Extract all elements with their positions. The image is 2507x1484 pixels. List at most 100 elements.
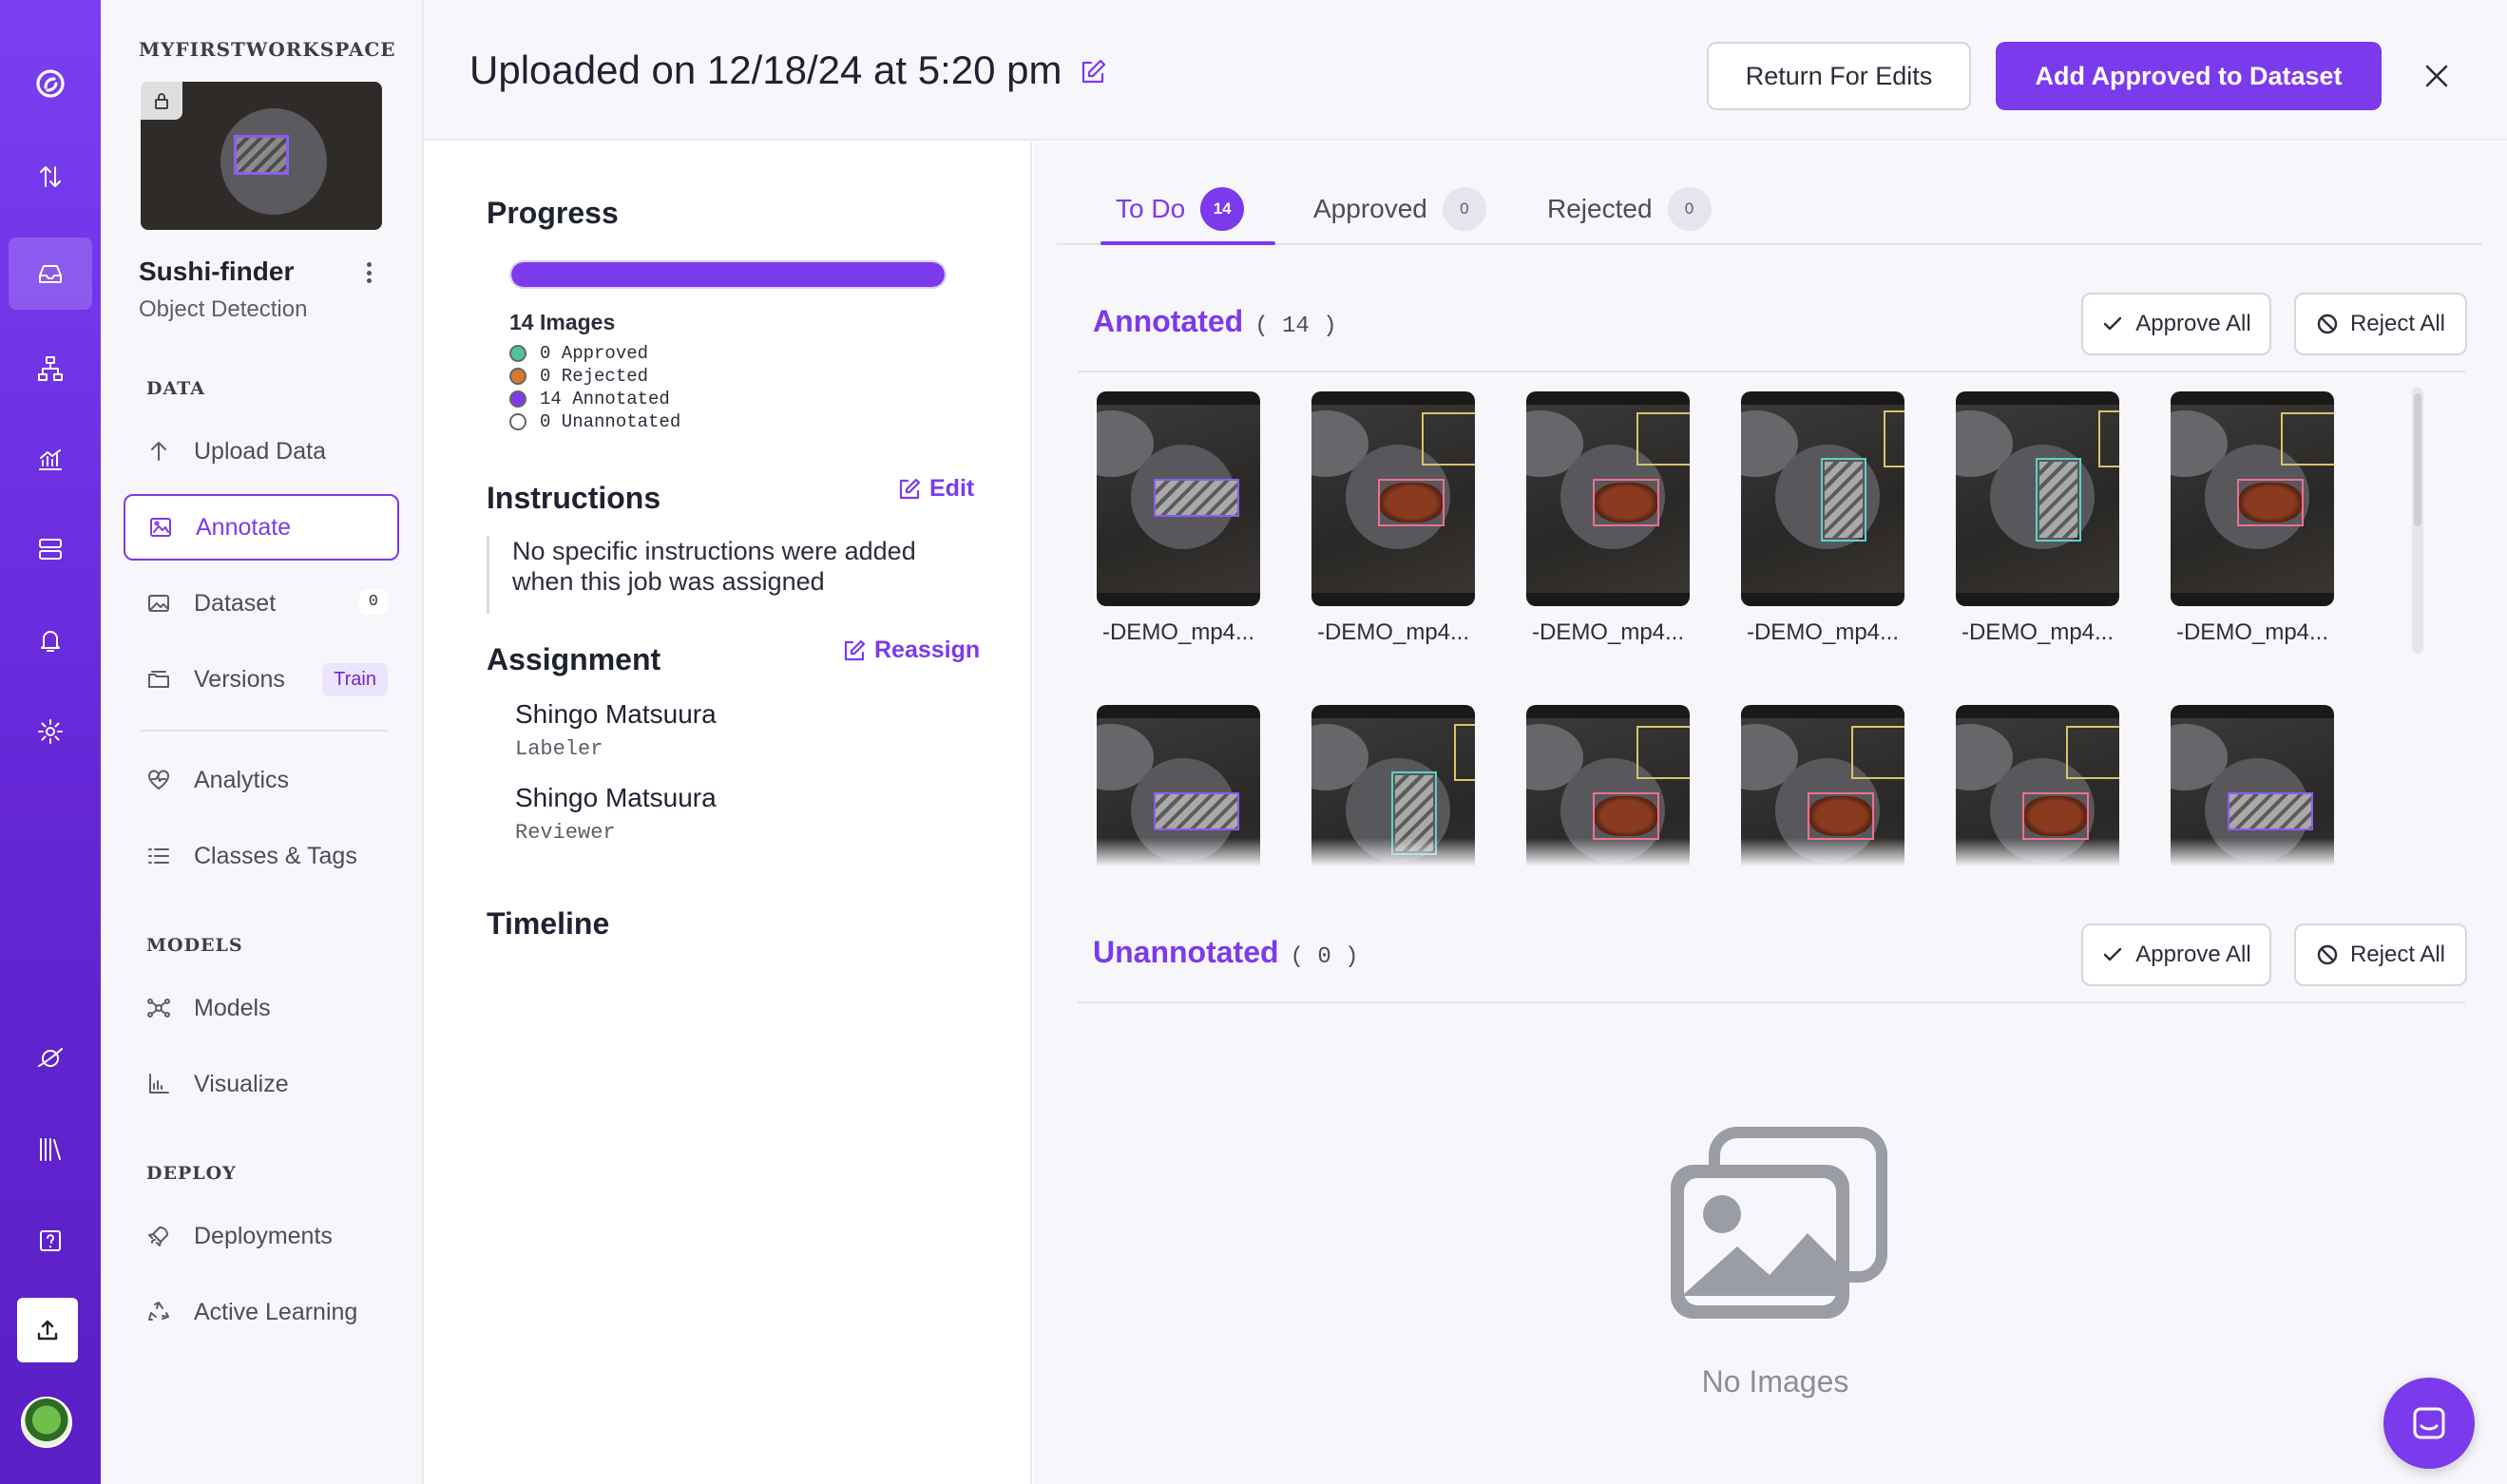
workspace-name[interactable]: MYFIRSTWORKSPACE xyxy=(139,38,396,61)
sidebar-item-label: Annotate xyxy=(196,513,292,541)
image-thumbnail[interactable] xyxy=(2171,391,2334,606)
sidebar-item-deployments[interactable]: Deployments xyxy=(124,1203,399,1269)
sidebar-item-label: Upload Data xyxy=(194,437,326,465)
bounding-box xyxy=(1454,724,1475,781)
return-for-edits-button[interactable]: Return For Edits xyxy=(1707,42,1971,110)
image-thumbnail[interactable] xyxy=(1956,391,2119,606)
image-thumbnail[interactable] xyxy=(1097,391,1260,606)
tab-label: Rejected xyxy=(1547,194,1653,223)
bounding-box xyxy=(1636,726,1690,779)
universe-icon[interactable] xyxy=(9,1022,92,1094)
dataset-count-badge: 0 xyxy=(358,589,388,615)
sidebar-divider xyxy=(141,730,388,732)
tab-approved[interactable]: Approved 0 xyxy=(1313,181,1486,238)
reassign-link[interactable]: Reassign xyxy=(842,637,980,664)
legend-label: 14 Annotated xyxy=(540,389,670,409)
ban-icon xyxy=(2317,314,2338,334)
annotated-section-title: Annotated ( 14 ) xyxy=(1093,304,1337,339)
edit-instructions-link[interactable]: Edit xyxy=(897,475,974,503)
sidebar-item-label: Versions xyxy=(194,665,285,693)
bounding-box xyxy=(2281,412,2334,466)
upload-icon[interactable] xyxy=(17,1298,78,1362)
train-badge[interactable]: Train xyxy=(322,663,388,696)
image-filename: -DEMO_mp4... xyxy=(1746,619,1900,645)
tab-to-do[interactable]: To Do 14 xyxy=(1116,181,1245,238)
image-thumbnail[interactable] xyxy=(1526,391,1690,606)
bounding-box xyxy=(1636,412,1690,466)
legend-unannotated: 0 Unannotated xyxy=(509,410,680,433)
icon-rail xyxy=(0,0,101,1484)
library-icon[interactable] xyxy=(9,1113,92,1186)
section-deploy-label: DEPLOY xyxy=(146,1163,237,1184)
add-approved-to-dataset-button[interactable]: Add Approved to Dataset xyxy=(1996,42,2382,110)
sidebar-item-label: Visualize xyxy=(194,1070,289,1097)
project-name: Sushi-finder xyxy=(139,257,295,286)
images-count: 14 Images xyxy=(509,310,616,334)
sidebar-item-classes-tags[interactable]: Classes & Tags xyxy=(124,823,399,889)
sidebar-item-models[interactable]: Models xyxy=(124,975,399,1041)
bell-icon[interactable] xyxy=(9,604,92,676)
bounding-box xyxy=(1821,458,1866,542)
legend-dot xyxy=(509,413,526,430)
sidebar-item-active-learning[interactable]: Active Learning xyxy=(124,1279,399,1345)
edit-icon xyxy=(899,478,921,499)
settings-icon[interactable] xyxy=(9,695,92,768)
reassign-label: Reassign xyxy=(874,637,981,663)
reject-all-unannotated-button[interactable]: Reject All xyxy=(2294,923,2467,986)
legend-label: 0 Approved xyxy=(540,343,649,364)
legend-dot xyxy=(509,345,526,362)
legend-approved: 0 Approved xyxy=(509,342,648,365)
approve-all-unannotated-button[interactable]: Approve All xyxy=(2081,923,2271,986)
scrollbar-thumb[interactable] xyxy=(2414,393,2421,526)
kebab-menu-icon[interactable] xyxy=(357,258,380,287)
list-icon xyxy=(148,848,169,864)
check-icon xyxy=(2104,947,2122,961)
image-thumbnail[interactable] xyxy=(1741,391,1904,606)
sidebar-item-versions[interactable]: Versions Train xyxy=(124,646,399,713)
close-icon[interactable] xyxy=(2418,57,2456,95)
sidebar-item-upload-data[interactable]: Upload Data xyxy=(124,418,399,485)
instructions-text: No specific instructions were added when… xyxy=(487,536,962,614)
analytics-icon[interactable] xyxy=(9,424,92,496)
hierarchy-icon[interactable] xyxy=(9,333,92,405)
legend-annotated: 14 Annotated xyxy=(509,388,670,410)
sidebar-item-visualize[interactable]: Visualize xyxy=(124,1051,399,1117)
help-icon[interactable] xyxy=(9,1205,92,1277)
edit-title-icon[interactable] xyxy=(1078,57,1108,87)
upload-sort-icon[interactable] xyxy=(9,141,92,213)
reject-all-annotated-button[interactable]: Reject All xyxy=(2294,293,2467,355)
bounding-box xyxy=(2036,458,2081,542)
image-thumbnail[interactable] xyxy=(1311,391,1475,606)
annotated-image-grid: -DEMO_mp4... -DEMO_mp4... -DEMO_mp4... -DEM… xyxy=(1078,391,2446,866)
inbox-icon[interactable] xyxy=(9,238,92,310)
bounding-box xyxy=(2066,726,2119,779)
project-sidebar: MYFIRSTWORKSPACE Sushi-finder Object Det… xyxy=(101,0,424,1484)
sidebar-item-annotate[interactable]: Annotate xyxy=(124,494,399,561)
bounding-box xyxy=(2237,479,2304,526)
progress-heading: Progress xyxy=(487,196,619,230)
project-thumbnail[interactable] xyxy=(141,82,382,230)
unannotated-title: Unannotated xyxy=(1093,935,1279,969)
grid-scrollbar[interactable] xyxy=(2412,388,2423,654)
bounding-box xyxy=(2098,410,2119,467)
timeline-heading: Timeline xyxy=(487,906,610,941)
avatar[interactable] xyxy=(21,1397,72,1448)
versions-icon xyxy=(148,671,169,688)
instructions-heading: Instructions xyxy=(487,481,661,515)
roboflow-logo-icon[interactable] xyxy=(9,48,92,120)
active-tab-indicator xyxy=(1100,241,1275,245)
tab-count-badge: 14 xyxy=(1200,187,1245,231)
sidebar-item-analytics[interactable]: Analytics xyxy=(124,747,399,813)
image-filename: -DEMO_mp4... xyxy=(1531,619,1685,645)
bounding-box xyxy=(1422,412,1475,466)
image-filename: -DEMO_mp4... xyxy=(1961,619,2115,645)
bounding-box xyxy=(1154,792,1239,830)
tab-rejected[interactable]: Rejected 0 xyxy=(1547,181,1712,238)
approve-all-annotated-button[interactable]: Approve All xyxy=(2081,293,2271,355)
annotate-icon xyxy=(150,518,171,537)
sidebar-item-dataset[interactable]: Dataset 0 xyxy=(124,570,399,637)
image-filename: -DEMO_mp4... xyxy=(1101,619,1255,645)
server-icon[interactable] xyxy=(9,513,92,585)
job-details-panel: Progress 14 Images 0 Approved 0 Rejected… xyxy=(424,143,1032,1484)
chat-support-button[interactable] xyxy=(2383,1378,2475,1469)
